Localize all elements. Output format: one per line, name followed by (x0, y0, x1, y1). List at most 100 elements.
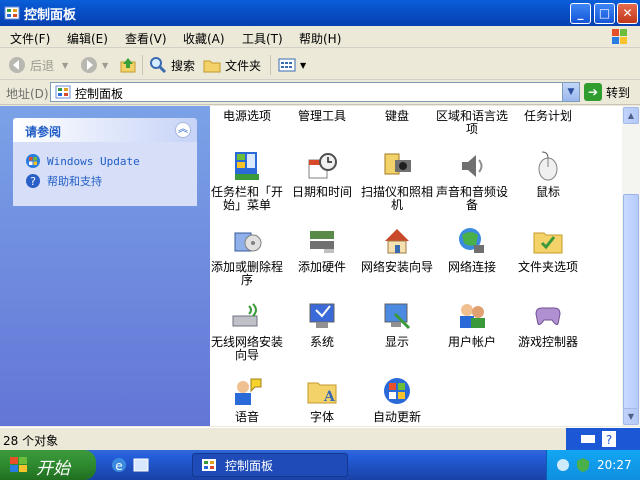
add-remove-icon (234, 232, 262, 252)
item-user-accounts[interactable]: 用户帐户 (434, 300, 510, 349)
item-mouse[interactable]: 鼠标 (510, 150, 586, 199)
security-tray-icon[interactable] (575, 457, 591, 473)
minimize-button[interactable]: _ (570, 3, 591, 24)
back-label: 后退 (30, 58, 55, 73)
view-button[interactable]: ▼ (278, 54, 306, 76)
maximize-button[interactable]: □ (594, 3, 615, 24)
address-dropdown-icon[interactable]: ▼ (562, 83, 579, 101)
vertical-scrollbar[interactable]: ▲ ▼ (622, 106, 640, 426)
view-dropdown-icon[interactable]: ▼ (300, 61, 306, 70)
wireless-wizard-icon (232, 303, 258, 327)
scroll-up-icon[interactable]: ▲ (623, 107, 639, 124)
clock[interactable]: 20:27 (597, 458, 632, 472)
svg-text:?: ? (606, 433, 612, 447)
network-tray-icon[interactable] (555, 457, 571, 473)
title-bar[interactable]: 控制面板 _ □ ✕ (0, 0, 640, 26)
item-speech[interactable]: 语音 (210, 375, 285, 424)
item-folder-options[interactable]: 文件夹选项 (510, 225, 586, 274)
address-bar: 地址(D) 控制面板 ▼ ➔ 转到 (0, 80, 640, 105)
show-desktop-icon[interactable] (132, 456, 150, 474)
address-value: 控制面板 (75, 87, 124, 101)
item-taskbar-start-menu[interactable]: 任务栏和「开始」菜单 (210, 150, 285, 212)
see-also-box: 请参阅 ︽ Windows Update ? 帮助和支持 (13, 118, 197, 206)
svg-text:?: ? (30, 175, 36, 188)
item-network-setup-wizard[interactable]: 网络安装向导 (359, 225, 435, 274)
item-date-time[interactable]: 日期和时间 (284, 150, 360, 199)
menu-favorites[interactable]: 收藏(A) (183, 30, 225, 47)
mouse-icon (538, 151, 558, 181)
help-icon[interactable]: ? (602, 431, 616, 447)
item-add-hardware[interactable]: 添加硬件 (284, 225, 360, 274)
task-pane: 请参阅 ︽ Windows Update ? 帮助和支持 (0, 106, 210, 426)
control-panel-icon (4, 6, 20, 20)
collapse-icon[interactable]: ︽ (175, 122, 191, 138)
folders-label: 文件夹 (225, 58, 262, 73)
item-add-remove-programs[interactable]: 添加或删除程序 (210, 225, 285, 287)
forward-dropdown-icon[interactable]: ▼ (102, 61, 108, 70)
item-admin-tools[interactable]: 管理工具 (284, 106, 360, 123)
windows-update-link[interactable]: Windows Update (25, 152, 140, 170)
up-folder-icon (120, 58, 136, 73)
search-button[interactable]: 搜索 (149, 54, 195, 76)
sound-icon (462, 155, 483, 177)
task-label: 控制面板 (225, 458, 274, 473)
network-connections-icon (459, 228, 484, 253)
item-scanners-cameras[interactable]: 扫描仪和照相机 (359, 150, 435, 212)
address-input[interactable]: 控制面板 ▼ (50, 82, 580, 102)
menu-edit[interactable]: 编辑(E) (67, 30, 108, 47)
go-button[interactable]: ➔ 转到 (584, 82, 638, 102)
control-panel-task-icon (202, 459, 216, 471)
address-label: 地址(D) (6, 87, 49, 101)
item-system[interactable]: 系统 (284, 300, 360, 349)
keyboard-layout-icon[interactable] (580, 432, 596, 446)
forward-button[interactable]: ▼ (80, 54, 108, 76)
item-scheduled-tasks[interactable]: 任务计划 (510, 106, 586, 123)
item-automatic-updates[interactable]: 自动更新 (359, 375, 435, 424)
menu-help[interactable]: 帮助(H) (299, 30, 341, 47)
status-bar: 28 个对象 ? (0, 427, 640, 450)
back-dropdown-icon[interactable]: ▼ (62, 61, 68, 70)
see-also-title: 请参阅 (25, 125, 62, 139)
item-display[interactable]: 显示 (359, 300, 435, 349)
language-bar[interactable]: ? (566, 428, 640, 450)
item-regional[interactable]: 区域和语言选项 (434, 106, 510, 136)
item-sounds-audio[interactable]: 声音和音频设备 (434, 150, 510, 212)
speech-icon (235, 378, 262, 405)
folder-icon (203, 60, 221, 73)
taskbar: 开始 e 控制面板 20:27 (0, 450, 640, 480)
folders-button[interactable]: 文件夹 (203, 54, 261, 76)
close-button[interactable]: ✕ (617, 3, 638, 24)
item-game-controllers[interactable]: 游戏控制器 (510, 300, 586, 349)
control-panel-items: 电源选项 管理工具 键盘 区域和语言选项 任务计划 任务栏和「开始」菜单 日期和… (210, 106, 622, 426)
item-network-connections[interactable]: 网络连接 (434, 225, 510, 274)
item-fonts[interactable]: A 字体 (284, 375, 360, 424)
menu-file[interactable]: 文件(F) (10, 30, 50, 47)
scroll-down-icon[interactable]: ▼ (623, 408, 639, 425)
windows-update-label: Windows Update (47, 154, 140, 168)
see-also-header[interactable]: 请参阅 ︽ (13, 118, 197, 142)
taskbar-item-control-panel[interactable]: 控制面板 (192, 453, 348, 477)
item-keyboard[interactable]: 键盘 (359, 106, 435, 123)
folder-options-icon (533, 232, 563, 254)
windows-update-icon (26, 154, 40, 168)
internet-explorer-icon[interactable]: e (110, 456, 128, 474)
item-power-options[interactable]: 电源选项 (210, 106, 285, 123)
forward-arrow-icon (81, 57, 97, 73)
menu-tools[interactable]: 工具(T) (242, 30, 283, 47)
go-label: 转到 (606, 85, 631, 100)
window-title: 控制面板 (24, 8, 77, 23)
svg-text:A: A (323, 389, 336, 405)
taskbar-icon (235, 152, 259, 180)
item-wireless-setup-wizard[interactable]: 无线网络安装向导 (210, 300, 285, 362)
add-hardware-icon (310, 231, 334, 253)
back-button[interactable]: 后退 ▼ (8, 54, 68, 76)
system-tray: 20:27 (546, 450, 640, 480)
help-icon: ? (26, 174, 40, 188)
views-icon (278, 58, 296, 72)
help-support-link[interactable]: ? 帮助和支持 (25, 172, 102, 190)
scroll-thumb[interactable] (623, 194, 639, 410)
see-also-body: Windows Update ? 帮助和支持 (13, 142, 197, 206)
menu-view[interactable]: 查看(V) (125, 30, 167, 47)
start-button[interactable]: 开始 (0, 450, 96, 480)
up-button[interactable] (119, 54, 141, 76)
